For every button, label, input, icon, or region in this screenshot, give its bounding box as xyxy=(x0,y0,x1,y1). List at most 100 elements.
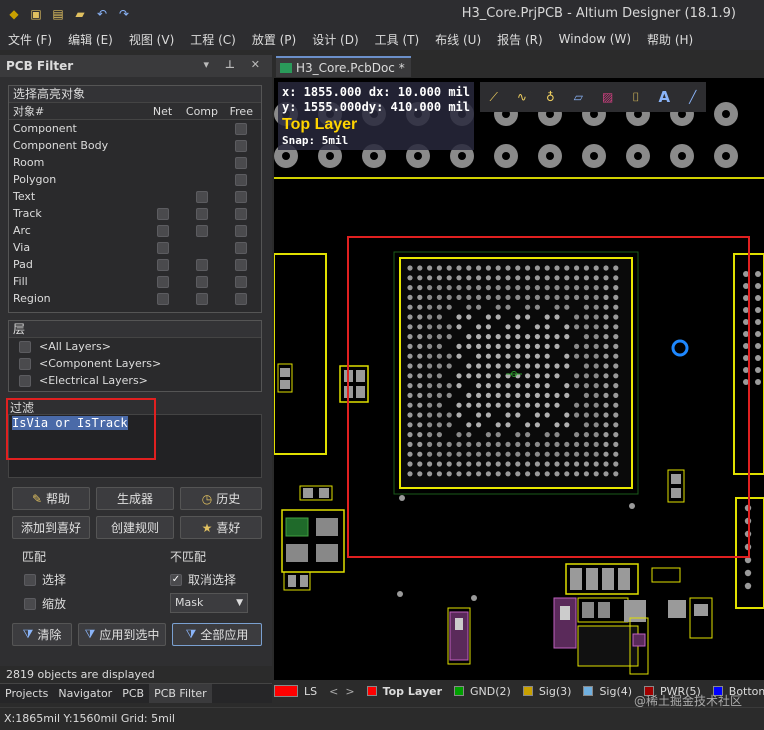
menu-place[interactable]: 放置 (P) xyxy=(244,31,304,48)
deselect-option[interactable]: ✓ 取消选择 xyxy=(170,571,236,588)
layer-nav-arrows-icon[interactable]: < > xyxy=(329,685,354,698)
layer-tab-sig4[interactable]: Sig(4) xyxy=(583,685,632,698)
pad xyxy=(280,380,290,389)
menu-help[interactable]: 帮助 (H) xyxy=(639,31,701,48)
undo-icon[interactable]: ↶ xyxy=(94,6,110,22)
pad-icon[interactable]: ♁ xyxy=(546,90,555,104)
layer-checkbox[interactable] xyxy=(19,374,31,387)
object-net-checkbox[interactable] xyxy=(156,275,169,288)
objects-header: 对象# Net Comp Free xyxy=(9,103,261,120)
save-icon[interactable]: ▣ xyxy=(28,6,44,22)
tab-pcbdoc[interactable]: H3_Core.PcbDoc * xyxy=(276,56,411,77)
tab-pcb-filter[interactable]: PCB Filter xyxy=(149,684,212,703)
object-comp-checkbox[interactable] xyxy=(195,224,208,237)
object-net-checkbox[interactable] xyxy=(156,258,169,271)
menu-edit[interactable]: 编辑 (E) xyxy=(60,31,121,48)
add-favorite-button[interactable]: 添加到喜好 xyxy=(12,516,90,539)
tab-projects[interactable]: Projects xyxy=(0,684,53,703)
pad xyxy=(755,271,761,277)
object-net-checkbox[interactable] xyxy=(156,207,169,220)
menu-reports[interactable]: 报告 (R) xyxy=(489,31,551,48)
deselect-checkbox[interactable]: ✓ xyxy=(170,573,182,586)
menu-route[interactable]: 布线 (U) xyxy=(427,31,489,48)
line-icon[interactable]: ╱ xyxy=(689,90,696,104)
object-free-checkbox[interactable] xyxy=(235,241,248,254)
menu-tools[interactable]: 工具 (T) xyxy=(367,31,428,48)
panel-controls-icon[interactable]: ▾ ⊥ ✕ xyxy=(204,58,266,71)
object-comp-checkbox[interactable] xyxy=(195,207,208,220)
object-free-checkbox[interactable] xyxy=(235,156,248,169)
object-free-checkbox[interactable] xyxy=(235,258,248,271)
object-free-checkbox[interactable] xyxy=(235,224,248,237)
layer-tab-gnd[interactable]: GND(2) xyxy=(454,685,511,698)
layer-checkbox[interactable] xyxy=(19,340,31,353)
select-checkbox[interactable] xyxy=(24,573,36,586)
layer-color-swatch xyxy=(454,686,465,696)
pad xyxy=(582,602,594,618)
match-label: 匹配 xyxy=(22,550,47,564)
pad xyxy=(316,544,338,562)
diff-pair-icon[interactable]: ∿ xyxy=(517,90,527,104)
object-comp-checkbox[interactable] xyxy=(195,275,208,288)
object-col-cell xyxy=(222,156,261,169)
create-rule-button[interactable]: 创建规则 xyxy=(96,516,174,539)
status-coords: X:1865mil Y:1560mil Grid: 5mil xyxy=(4,712,175,725)
menu-design[interactable]: 设计 (D) xyxy=(304,31,366,48)
apply-all-button[interactable]: ⧩ 全部应用 xyxy=(172,623,262,646)
favorites-button[interactable]: ★ 喜好 xyxy=(180,516,262,539)
builder-button-label: 生成器 xyxy=(116,492,153,506)
menu-view[interactable]: 视图 (V) xyxy=(121,31,182,48)
layer-item[interactable]: <Component Layers> xyxy=(9,355,261,372)
object-free-checkbox[interactable] xyxy=(235,173,248,186)
favorites-label: 喜好 xyxy=(216,521,241,535)
pad-hole xyxy=(326,152,334,160)
layer-tab-top[interactable]: Top Layer xyxy=(366,685,442,698)
object-free-checkbox[interactable] xyxy=(235,275,248,288)
object-free-checkbox[interactable] xyxy=(235,122,248,135)
zoom-checkbox[interactable] xyxy=(24,597,36,610)
redo-icon[interactable]: ↷ xyxy=(116,6,132,22)
builder-button[interactable]: 生成器 xyxy=(96,487,174,510)
layer-checkbox[interactable] xyxy=(19,357,31,370)
open-folder-icon[interactable]: ▰ xyxy=(72,6,88,22)
zoom-option[interactable]: 缩放 xyxy=(24,595,66,612)
history-button[interactable]: ◷ 历史 xyxy=(180,487,262,510)
object-net-checkbox[interactable] xyxy=(156,241,169,254)
clear-button[interactable]: ⧩ 清除 xyxy=(12,623,72,646)
apply-selected-button[interactable]: ⧩ 应用到选中 xyxy=(78,623,166,646)
object-free-checkbox[interactable] xyxy=(235,190,248,203)
object-comp-checkbox[interactable] xyxy=(195,258,208,271)
object-name: Track xyxy=(13,207,42,220)
object-free-checkbox[interactable] xyxy=(235,139,248,152)
help-button[interactable]: ✎ 帮助 xyxy=(12,487,90,510)
component-icon[interactable]: ⌷ xyxy=(632,90,639,105)
layer-item[interactable]: <All Layers> xyxy=(9,338,261,355)
menu-project[interactable]: 工程 (C) xyxy=(182,31,244,48)
object-free-checkbox[interactable] xyxy=(235,207,248,220)
mask-select[interactable]: Mask ▼ xyxy=(170,593,248,613)
red-highlight-box xyxy=(6,398,156,460)
object-free-checkbox[interactable] xyxy=(235,292,248,305)
object-comp-checkbox[interactable] xyxy=(195,292,208,305)
layer-tab-sig3[interactable]: Sig(3) xyxy=(522,685,571,698)
object-col-cell xyxy=(182,224,221,237)
save-all-icon[interactable]: ▤ xyxy=(50,6,66,22)
text-icon[interactable]: A xyxy=(659,88,671,106)
object-comp-checkbox[interactable] xyxy=(195,190,208,203)
tab-navigator[interactable]: Navigator xyxy=(53,684,117,703)
object-net-checkbox[interactable] xyxy=(156,224,169,237)
fill-icon[interactable]: ▱ xyxy=(574,90,583,104)
object-row: Text xyxy=(9,188,261,205)
layer-item[interactable]: <Electrical Layers> xyxy=(9,372,261,389)
object-net-checkbox[interactable] xyxy=(156,292,169,305)
pcb-canvas[interactable]: x: 1855.000 dx: 10.000 mil y: 1555.000 dy:… xyxy=(274,78,764,680)
region-icon[interactable]: ▨ xyxy=(602,90,613,104)
menu-window[interactable]: Window (W) xyxy=(551,32,639,46)
pad xyxy=(286,544,308,562)
route-icon[interactable]: ⟋ xyxy=(490,90,498,105)
red-highlight-box xyxy=(347,236,750,558)
layer-set-ls[interactable]: LS xyxy=(274,685,317,698)
tab-pcb[interactable]: PCB xyxy=(117,684,149,703)
menu-file[interactable]: 文件 (F) xyxy=(0,31,60,48)
select-option[interactable]: 选择 xyxy=(24,571,66,588)
